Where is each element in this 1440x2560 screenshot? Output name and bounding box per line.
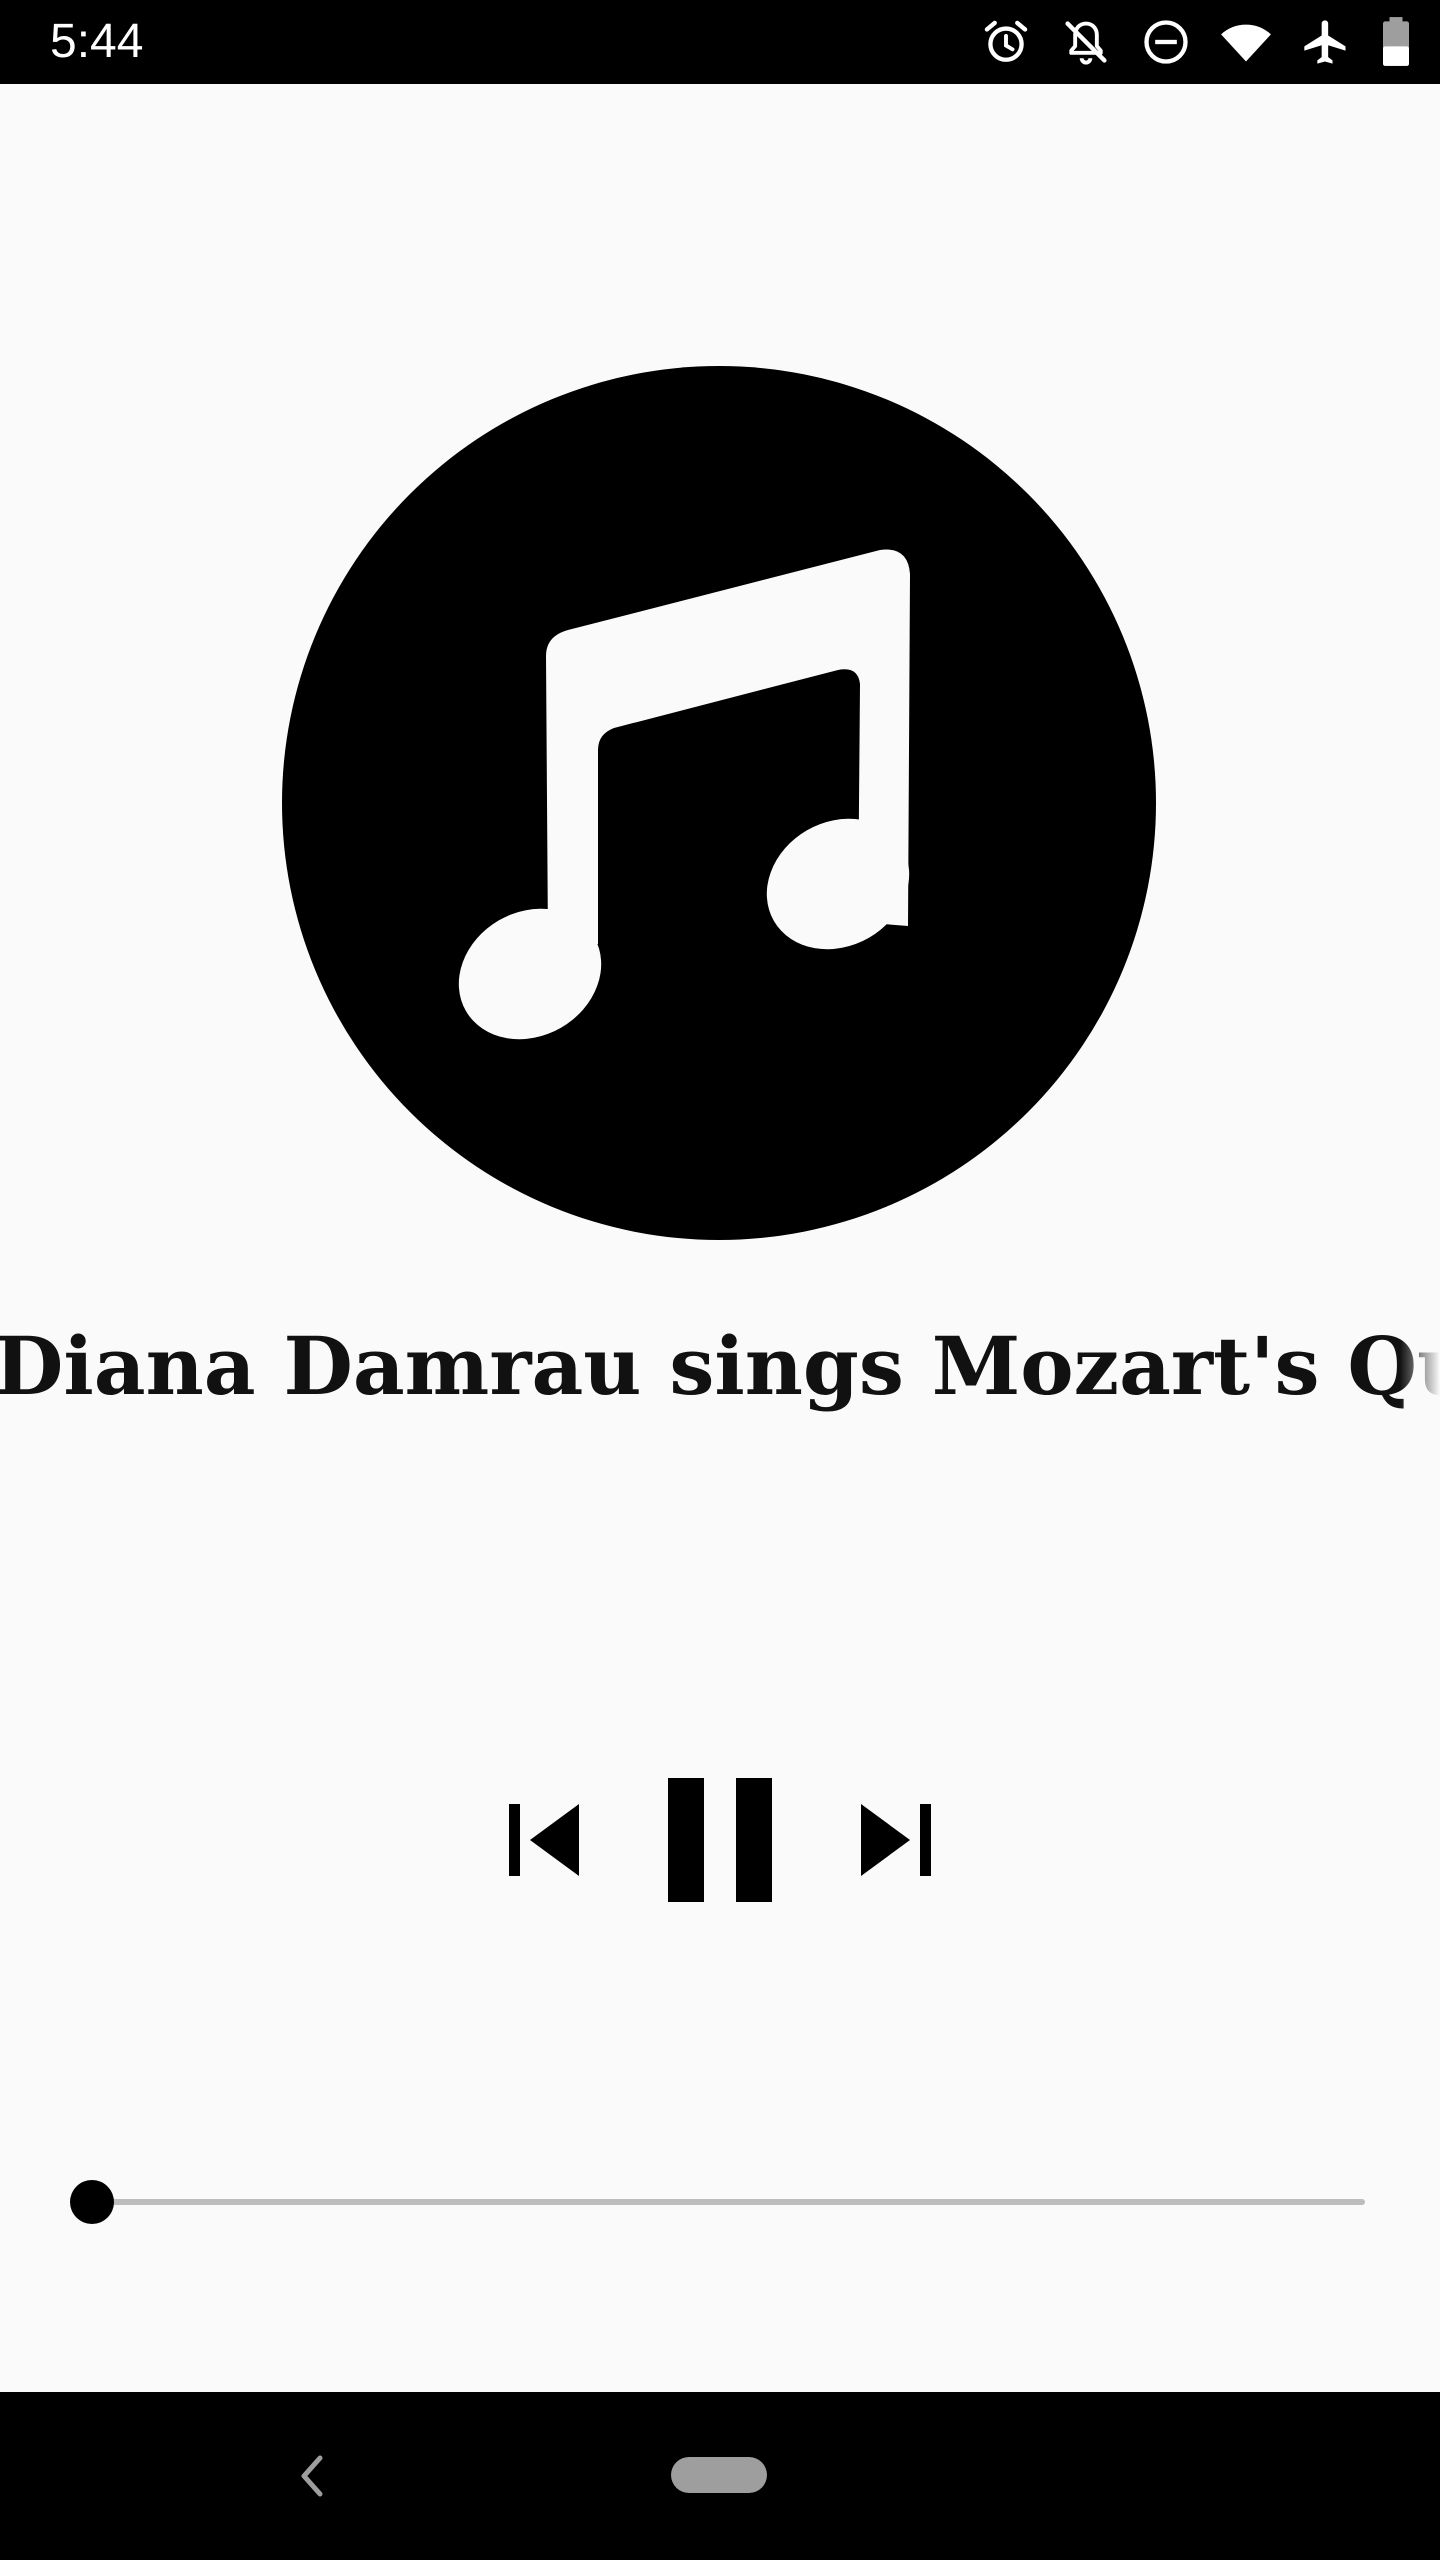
status-icons bbox=[980, 14, 1412, 70]
seek-bar[interactable] bbox=[68, 2180, 1368, 2224]
wifi-icon bbox=[1221, 24, 1271, 62]
skip-next-icon bbox=[861, 1804, 931, 1876]
airplane-mode-icon bbox=[1304, 20, 1346, 64]
play-pause-button[interactable] bbox=[660, 1778, 780, 1902]
alarm-icon bbox=[984, 20, 1028, 62]
seek-track[interactable] bbox=[92, 2199, 1365, 2205]
track-title: Diana Damrau sings Mozart's Queen of the… bbox=[0, 1319, 1440, 1413]
next-button[interactable] bbox=[850, 1800, 940, 1880]
previous-button[interactable] bbox=[500, 1800, 590, 1880]
title-fade bbox=[1400, 1310, 1440, 1430]
seek-thumb[interactable] bbox=[70, 2180, 114, 2224]
status-time: 5:44 bbox=[50, 15, 144, 68]
status-bar: 5:44 bbox=[0, 0, 1440, 84]
navigation-bar bbox=[0, 2392, 1440, 2560]
do-not-disturb-icon bbox=[1144, 20, 1188, 64]
battery-icon bbox=[1383, 17, 1409, 66]
music-note-icon bbox=[282, 366, 1156, 1240]
skip-previous-icon bbox=[509, 1804, 579, 1876]
playback-controls bbox=[0, 1760, 1440, 1920]
music-player-screen: 5:44 Diana Damrau sings Mozart's Q bbox=[0, 0, 1440, 2560]
track-title-marquee: Diana Damrau sings Mozart's Queen of the… bbox=[0, 1310, 1440, 1430]
notifications-off-icon bbox=[1065, 21, 1107, 65]
home-pill-icon[interactable] bbox=[671, 2457, 767, 2493]
pause-icon bbox=[668, 1778, 772, 1902]
back-chevron-icon[interactable] bbox=[290, 2448, 334, 2504]
